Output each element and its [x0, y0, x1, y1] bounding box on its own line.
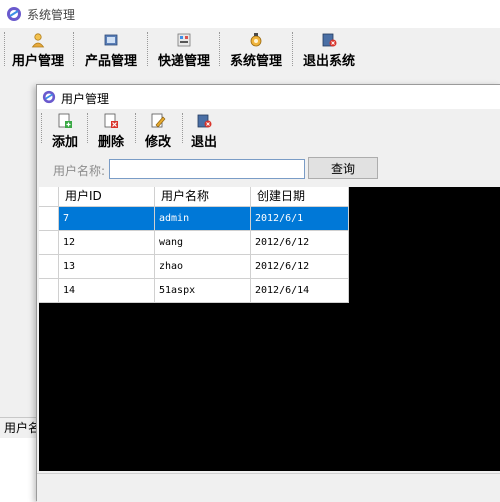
user-grid[interactable]: 用户ID 用户名称 创建日期 7 admin 2012/6/1 12 wang …: [39, 187, 500, 471]
toolbar-separator: [292, 32, 293, 66]
table-header-row: 用户ID 用户名称 创建日期: [39, 187, 349, 207]
express-management-button[interactable]: 快递管理: [152, 30, 216, 70]
toolbar-grip: [41, 113, 42, 143]
cell-create-date[interactable]: 2012/6/14: [251, 279, 349, 302]
child-status-bar: [37, 473, 500, 502]
table-row[interactable]: 7 admin 2012/6/1: [39, 207, 349, 231]
desktop-background: [0, 438, 36, 500]
edit-icon: [151, 113, 166, 128]
cell-user-name[interactable]: zhao: [155, 255, 251, 278]
exit-button[interactable]: 退出: [186, 111, 222, 150]
system-management-label: 系统管理: [229, 54, 282, 69]
add-icon: [58, 113, 72, 128]
search-button[interactable]: 查询: [308, 157, 378, 179]
column-header-user-name[interactable]: 用户名称: [155, 187, 251, 206]
system-icon: [250, 33, 262, 47]
exit-system-button[interactable]: 退出系统: [297, 30, 361, 70]
row-header-corner: [39, 187, 59, 206]
delete-button[interactable]: 删除: [92, 111, 130, 150]
cell-create-date[interactable]: 2012/6/1: [251, 207, 349, 230]
row-header[interactable]: [39, 279, 59, 302]
app-logo-icon: [42, 90, 56, 104]
toolbar-separator: [87, 113, 88, 143]
toolbar-separator: [147, 32, 148, 66]
edit-label: 修改: [144, 135, 171, 150]
add-button[interactable]: 添加: [47, 111, 83, 150]
toolbar-grip: [4, 32, 5, 66]
child-toolbar: 添加 删除 修改 退出: [37, 109, 500, 150]
column-header-create-date[interactable]: 创建日期: [251, 187, 349, 206]
product-icon: [104, 34, 118, 46]
child-window-title: 用户管理: [61, 92, 110, 106]
cell-user-name[interactable]: 51aspx: [155, 279, 251, 302]
main-status-text: 用户名: [4, 421, 36, 435]
main-title-bar: 系统管理: [0, 0, 500, 28]
user-icon: [31, 33, 45, 48]
toolbar-separator: [219, 32, 220, 66]
toolbar-separator: [135, 113, 136, 143]
add-label: 添加: [51, 135, 78, 150]
cell-user-id[interactable]: 12: [59, 231, 155, 254]
delete-icon: [104, 113, 118, 128]
toolbar-separator: [182, 113, 183, 143]
table-row[interactable]: 13 zhao 2012/6/12: [39, 255, 349, 279]
cell-user-name[interactable]: admin: [155, 207, 251, 230]
row-header[interactable]: [39, 207, 59, 230]
cell-create-date[interactable]: 2012/6/12: [251, 231, 349, 254]
system-management-button[interactable]: 系统管理: [224, 30, 288, 70]
row-header[interactable]: [39, 231, 59, 254]
user-management-label: 用户管理: [11, 54, 64, 69]
product-management-button[interactable]: 产品管理: [78, 30, 144, 70]
cell-user-name[interactable]: wang: [155, 231, 251, 254]
main-window-title: 系统管理: [27, 8, 76, 22]
cell-user-id[interactable]: 13: [59, 255, 155, 278]
user-management-button[interactable]: 用户管理: [8, 30, 68, 70]
edit-button[interactable]: 修改: [139, 111, 177, 150]
exit-icon: [197, 114, 212, 128]
user-table: 用户ID 用户名称 创建日期 7 admin 2012/6/1 12 wang …: [39, 187, 349, 303]
table-row[interactable]: 14 51aspx 2012/6/14: [39, 279, 349, 303]
express-icon: [177, 33, 191, 47]
express-management-label: 快递管理: [157, 54, 210, 69]
child-title-bar: 用户管理: [37, 85, 500, 109]
delete-label: 删除: [97, 135, 124, 150]
toolbar-separator: [73, 32, 74, 66]
username-search-input[interactable]: [109, 159, 305, 179]
cell-create-date[interactable]: 2012/6/12: [251, 255, 349, 278]
app-logo-icon: [7, 7, 21, 21]
column-header-user-id[interactable]: 用户ID: [59, 187, 155, 206]
table-row[interactable]: 12 wang 2012/6/12: [39, 231, 349, 255]
exit-system-label: 退出系统: [302, 54, 355, 69]
main-toolbar: 用户管理 产品管理 快递管理 系统管理 退出系统: [0, 28, 500, 72]
exit-system-icon: [322, 33, 337, 47]
username-search-label: 用户名称:: [53, 164, 106, 178]
user-management-window: 用户管理 添加 删除 修改 退出 用户名称: 查询 用户ID 用户名称 创建日期…: [36, 84, 500, 502]
cell-user-id[interactable]: 7: [59, 207, 155, 230]
product-management-label: 产品管理: [84, 54, 137, 69]
exit-label: 退出: [190, 135, 217, 150]
row-header[interactable]: [39, 255, 59, 278]
cell-user-id[interactable]: 14: [59, 279, 155, 302]
